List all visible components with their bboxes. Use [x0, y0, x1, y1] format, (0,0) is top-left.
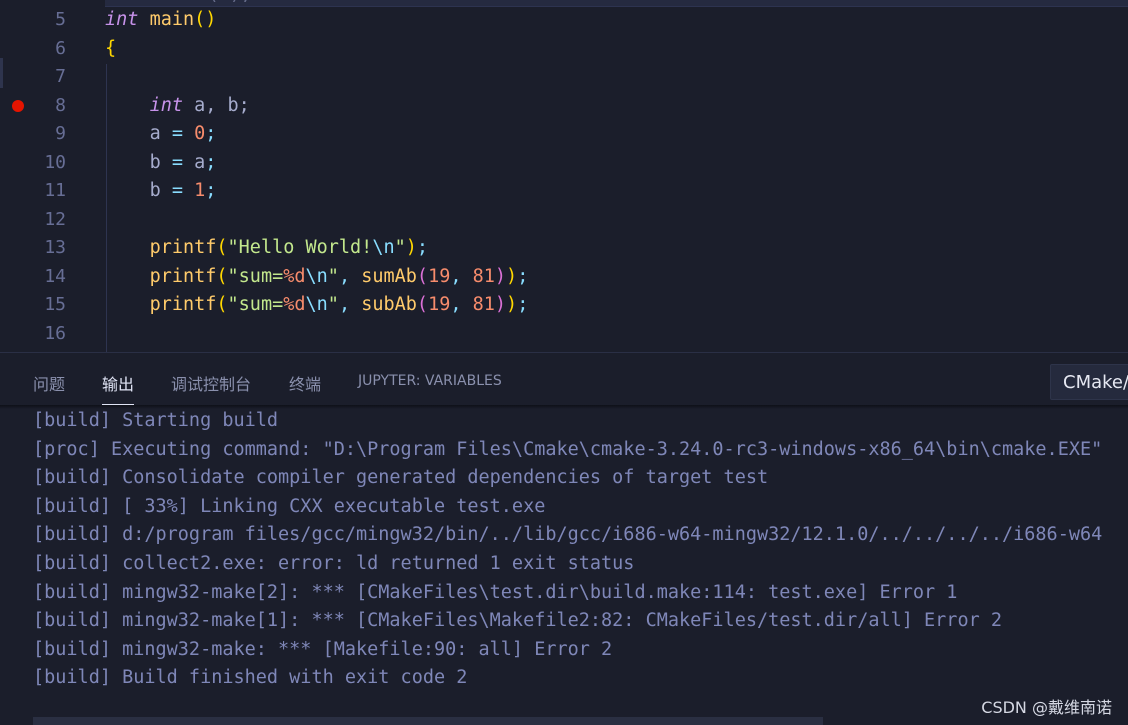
string-literal: "sum= — [227, 294, 284, 315]
number-literal: 19 — [428, 294, 451, 315]
line-number[interactable]: 14 — [0, 263, 66, 291]
function-call: subAb — [361, 294, 417, 315]
line-number[interactable]: 5 — [0, 6, 66, 34]
function-call: printf — [149, 266, 217, 287]
line-number[interactable]: 16 — [0, 320, 66, 348]
line-number[interactable]: 7 — [0, 63, 66, 91]
number-literal: 81 — [472, 266, 495, 287]
escape-sequence: \n — [372, 237, 395, 258]
output-line: [build] Consolidate compiler generated d… — [33, 467, 769, 489]
string-literal: "sum= — [227, 266, 284, 287]
line-number[interactable]: 10 — [0, 149, 66, 177]
code-line-15[interactable]: 15 printf("sum=%d\n", subAb(19, 81)); — [0, 291, 1128, 319]
variable: a — [149, 123, 161, 144]
line-number[interactable]: 15 — [0, 291, 66, 319]
variable: b — [149, 152, 161, 173]
tab-terminal[interactable]: 终端 — [289, 371, 321, 395]
code-editor[interactable]: ( ); 5 int main() 6 { 7 8 int a, b; 9 a … — [0, 0, 1128, 352]
function-call: printf — [149, 237, 217, 258]
output-channel-value: CMake/Build — [1063, 372, 1128, 393]
function-name: main — [149, 9, 195, 30]
line-number[interactable]: 12 — [0, 206, 66, 234]
output-line: [build] mingw32-make[2]: *** [CMakeFiles… — [33, 581, 958, 603]
code-line-14[interactable]: 14 printf("sum=%d\n", sumAb(19, 81)); — [0, 263, 1128, 291]
code-line-11[interactable]: 11 b = 1; — [0, 177, 1128, 205]
format-specifier: %d — [283, 294, 306, 315]
line-number[interactable]: 11 — [0, 177, 66, 205]
output-line: [build] mingw32-make[1]: *** [CMakeFiles… — [33, 610, 1003, 632]
output-line: [build] Build finished with exit code 2 — [33, 667, 468, 689]
open-brace: { — [105, 38, 117, 59]
string-literal: "Hello World! — [227, 237, 373, 258]
code-line-12[interactable]: 12 — [0, 206, 1128, 234]
watermark: CSDN @戴维南诺 — [981, 698, 1112, 717]
number-literal: 1 — [194, 180, 206, 201]
parens: () — [194, 9, 217, 30]
tab-output[interactable]: 输出 — [102, 371, 135, 405]
escape-sequence: \n — [305, 294, 328, 315]
code-line-16[interactable]: 16 — [0, 320, 1128, 348]
output-line: [build] d:/program files/gcc/mingw32/bin… — [33, 524, 1103, 546]
line-number[interactable]: 8 — [0, 92, 66, 120]
tab-jupyter-variables[interactable]: JUPYTER: VARIABLES — [358, 373, 502, 389]
escape-sequence: \n — [305, 266, 328, 287]
function-call: sumAb — [361, 266, 417, 287]
code-line-10[interactable]: 10 b = a; — [0, 149, 1128, 177]
code-line-5[interactable]: 5 int main() — [0, 6, 1128, 34]
declaration: a, b; — [194, 95, 250, 116]
keyword: int — [149, 95, 183, 116]
keyword: int — [105, 9, 139, 30]
line-number[interactable]: 13 — [0, 234, 66, 262]
code-line-8[interactable]: 8 int a, b; — [0, 92, 1128, 120]
output-line: [build] mingw32-make: *** [Makefile:90: … — [33, 638, 613, 660]
output-log[interactable]: [build] Starting build [proc] Executing … — [33, 407, 1128, 693]
line-number[interactable]: 9 — [0, 120, 66, 148]
bottom-panel: 问题 输出 调试控制台 终端 JUPYTER: VARIABLES CMake/… — [0, 352, 1128, 725]
tab-debug-console[interactable]: 调试控制台 — [171, 371, 251, 395]
variable: a — [194, 152, 206, 173]
output-line: [build] Starting build — [33, 410, 279, 431]
panel-tabs: 问题 输出 调试控制台 终端 JUPYTER: VARIABLES CMake/… — [0, 353, 1128, 405]
number-literal: 0 — [194, 123, 206, 144]
previous-line-fragment: ( ); — [208, 0, 488, 2]
code-line-7[interactable]: 7 — [0, 63, 1128, 91]
code-line-13[interactable]: 13 printf("Hello World!\n"); — [0, 234, 1128, 262]
number-literal: 81 — [472, 294, 495, 315]
tab-problems[interactable]: 问题 — [33, 371, 65, 395]
number-literal: 19 — [428, 266, 451, 287]
code-line-9[interactable]: 9 a = 0; — [0, 120, 1128, 148]
format-specifier: %d — [283, 266, 306, 287]
output-line: [build] [ 33%] Linking CXX executable te… — [33, 495, 546, 517]
function-call: printf — [149, 294, 217, 315]
code-line-6[interactable]: 6 { — [0, 35, 1128, 63]
line-number[interactable]: 6 — [0, 35, 66, 63]
output-line: [build] collect2.exe: error: ld returned… — [33, 552, 635, 574]
variable: b — [149, 180, 161, 201]
output-line: [proc] Executing command: "D:\Program Fi… — [33, 438, 1103, 460]
output-channel-select[interactable]: CMake/Build — [1050, 364, 1128, 400]
